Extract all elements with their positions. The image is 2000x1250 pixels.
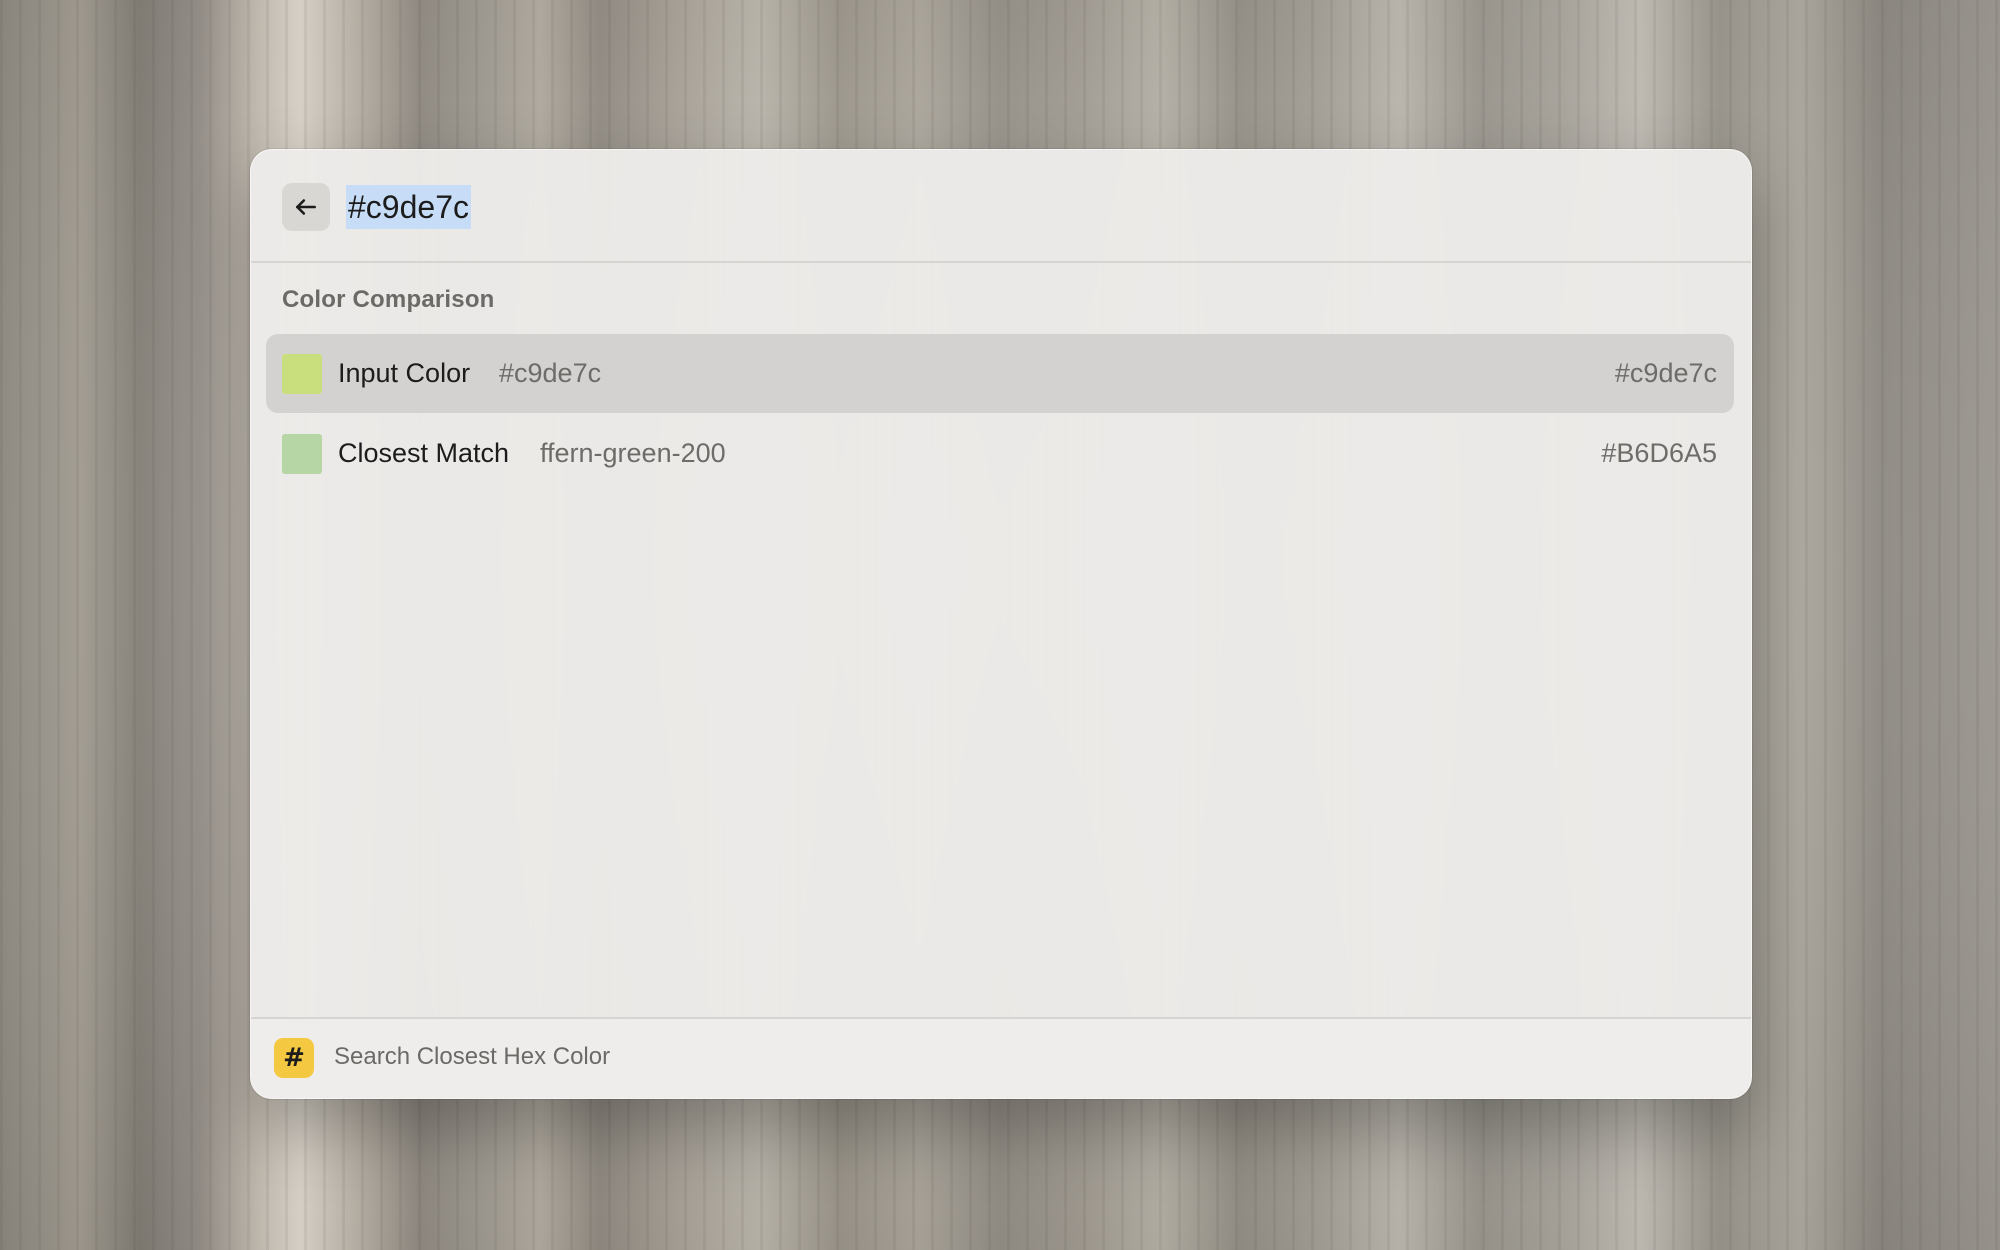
color-swatch xyxy=(282,433,322,474)
launcher-window: #c9de7c Color Comparison Input Color #c9… xyxy=(250,149,1752,1099)
search-query-text: #c9de7c xyxy=(346,185,471,229)
list-item-accessory: #B6D6A5 xyxy=(1601,438,1717,468)
list-item-subtitle: #c9de7c xyxy=(499,358,602,388)
arrow-left-icon xyxy=(296,199,316,215)
list-item-accessory: #c9de7c xyxy=(1614,358,1717,388)
action-bar: # Search Closest Hex Color xyxy=(251,1017,1751,1098)
section-header: Color Comparison xyxy=(282,286,495,313)
list-item-subtitle: ffern-green-200 xyxy=(540,438,726,468)
search-input[interactable]: #c9de7c xyxy=(346,183,471,231)
back-button[interactable] xyxy=(282,183,330,231)
command-name[interactable]: Search Closest Hex Color xyxy=(334,1043,610,1071)
list-item-title: Input Color xyxy=(338,358,471,388)
list-item-input-color[interactable]: Input Color #c9de7c #c9de7c xyxy=(266,334,1734,413)
list-item-title: Closest Match xyxy=(338,438,510,468)
search-bar: #c9de7c xyxy=(251,150,1751,263)
hash-icon: # xyxy=(274,1038,314,1078)
list-item-closest-match[interactable]: Closest Match ffern-green-200 #B6D6A5 xyxy=(266,414,1734,493)
desktop-background: #c9de7c Color Comparison Input Color #c9… xyxy=(0,0,2000,1250)
color-swatch xyxy=(282,353,322,394)
